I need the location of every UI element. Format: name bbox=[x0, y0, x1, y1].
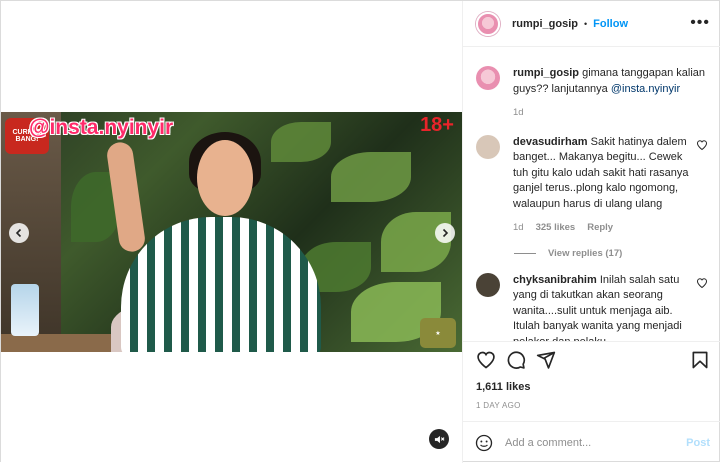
comment-item: chyksanibrahim Inilah salah satu yang di… bbox=[476, 272, 708, 341]
author-avatar[interactable] bbox=[476, 11, 500, 36]
post-actions-bar bbox=[463, 341, 720, 377]
caption-mention-link[interactable]: @insta.nyinyir bbox=[611, 83, 680, 95]
comment-input[interactable] bbox=[505, 436, 687, 449]
comment-reply-button[interactable]: Reply bbox=[587, 220, 613, 236]
post-date[interactable]: 1 DAY AGO bbox=[476, 401, 521, 410]
post-comment-button[interactable]: Post bbox=[686, 437, 710, 449]
comment-composer: Post bbox=[463, 421, 720, 463]
corner-logo: ★ bbox=[420, 318, 456, 348]
plant-leaf bbox=[271, 122, 331, 162]
more-options-button[interactable]: ••• bbox=[690, 15, 710, 31]
share-icon[interactable] bbox=[536, 350, 556, 370]
comment-icon[interactable] bbox=[506, 350, 526, 370]
water-bottle bbox=[11, 284, 39, 336]
chevron-left-icon bbox=[15, 228, 22, 238]
caption-author-avatar[interactable] bbox=[476, 66, 500, 90]
post-media-area: CURHAT BANG! @insta.nyinyir 18+ ★ bbox=[1, 1, 462, 463]
comment-username[interactable]: chyksanibrahim bbox=[513, 274, 597, 286]
follow-button[interactable]: Follow bbox=[593, 18, 628, 30]
caption-time: 1d bbox=[513, 107, 524, 118]
smiley-icon[interactable] bbox=[475, 434, 493, 452]
view-replies-button[interactable]: View replies (17) bbox=[514, 248, 708, 259]
instagram-post: CURHAT BANG! @insta.nyinyir 18+ ★ rumpi_… bbox=[0, 0, 720, 463]
age-rating-label: 18+ bbox=[420, 114, 454, 136]
comments-list[interactable]: rumpi_gosip gimana tanggapan kalian guys… bbox=[463, 48, 720, 341]
post-video[interactable]: CURHAT BANG! @insta.nyinyir 18+ ★ bbox=[1, 112, 462, 352]
person-striped-shirt bbox=[121, 217, 321, 352]
post-side-panel: rumpi_gosip • Follow ••• rumpi_gosip gim… bbox=[462, 1, 720, 463]
speaker-muted-icon bbox=[434, 435, 444, 443]
person-face bbox=[197, 140, 253, 216]
likes-count[interactable]: 1,611 likes bbox=[476, 381, 530, 393]
caption: rumpi_gosip gimana tanggapan kalian guys… bbox=[476, 66, 708, 121]
comment-username[interactable]: devasudirham bbox=[513, 136, 588, 148]
commenter-avatar[interactable] bbox=[476, 134, 500, 159]
replies-divider bbox=[514, 252, 536, 254]
plant-leaf bbox=[331, 152, 411, 202]
comment-time: 1d bbox=[513, 222, 524, 233]
comment-likes-count[interactable]: 325 likes bbox=[536, 220, 576, 236]
header-separator: • bbox=[584, 18, 588, 29]
view-replies-label: View replies (17) bbox=[548, 247, 623, 259]
caption-username[interactable]: rumpi_gosip bbox=[513, 67, 579, 79]
bookmark-icon[interactable] bbox=[690, 350, 710, 370]
carousel-next-button[interactable] bbox=[435, 223, 455, 243]
heart-icon[interactable] bbox=[476, 350, 496, 370]
comment-item: devasudirham Sakit hatinya dalem banget.… bbox=[476, 134, 708, 236]
comment-heart-icon[interactable] bbox=[696, 277, 708, 289]
carousel-prev-button[interactable] bbox=[9, 223, 29, 243]
post-header: rumpi_gosip • Follow ••• bbox=[463, 1, 720, 47]
mute-toggle-button[interactable] bbox=[429, 429, 449, 449]
video-watermark: @insta.nyinyir bbox=[29, 116, 174, 139]
comment-heart-icon[interactable] bbox=[696, 139, 708, 151]
author-username[interactable]: rumpi_gosip bbox=[512, 18, 578, 30]
table bbox=[1, 334, 111, 352]
commenter-avatar[interactable] bbox=[476, 272, 500, 297]
chevron-right-icon bbox=[442, 228, 449, 238]
